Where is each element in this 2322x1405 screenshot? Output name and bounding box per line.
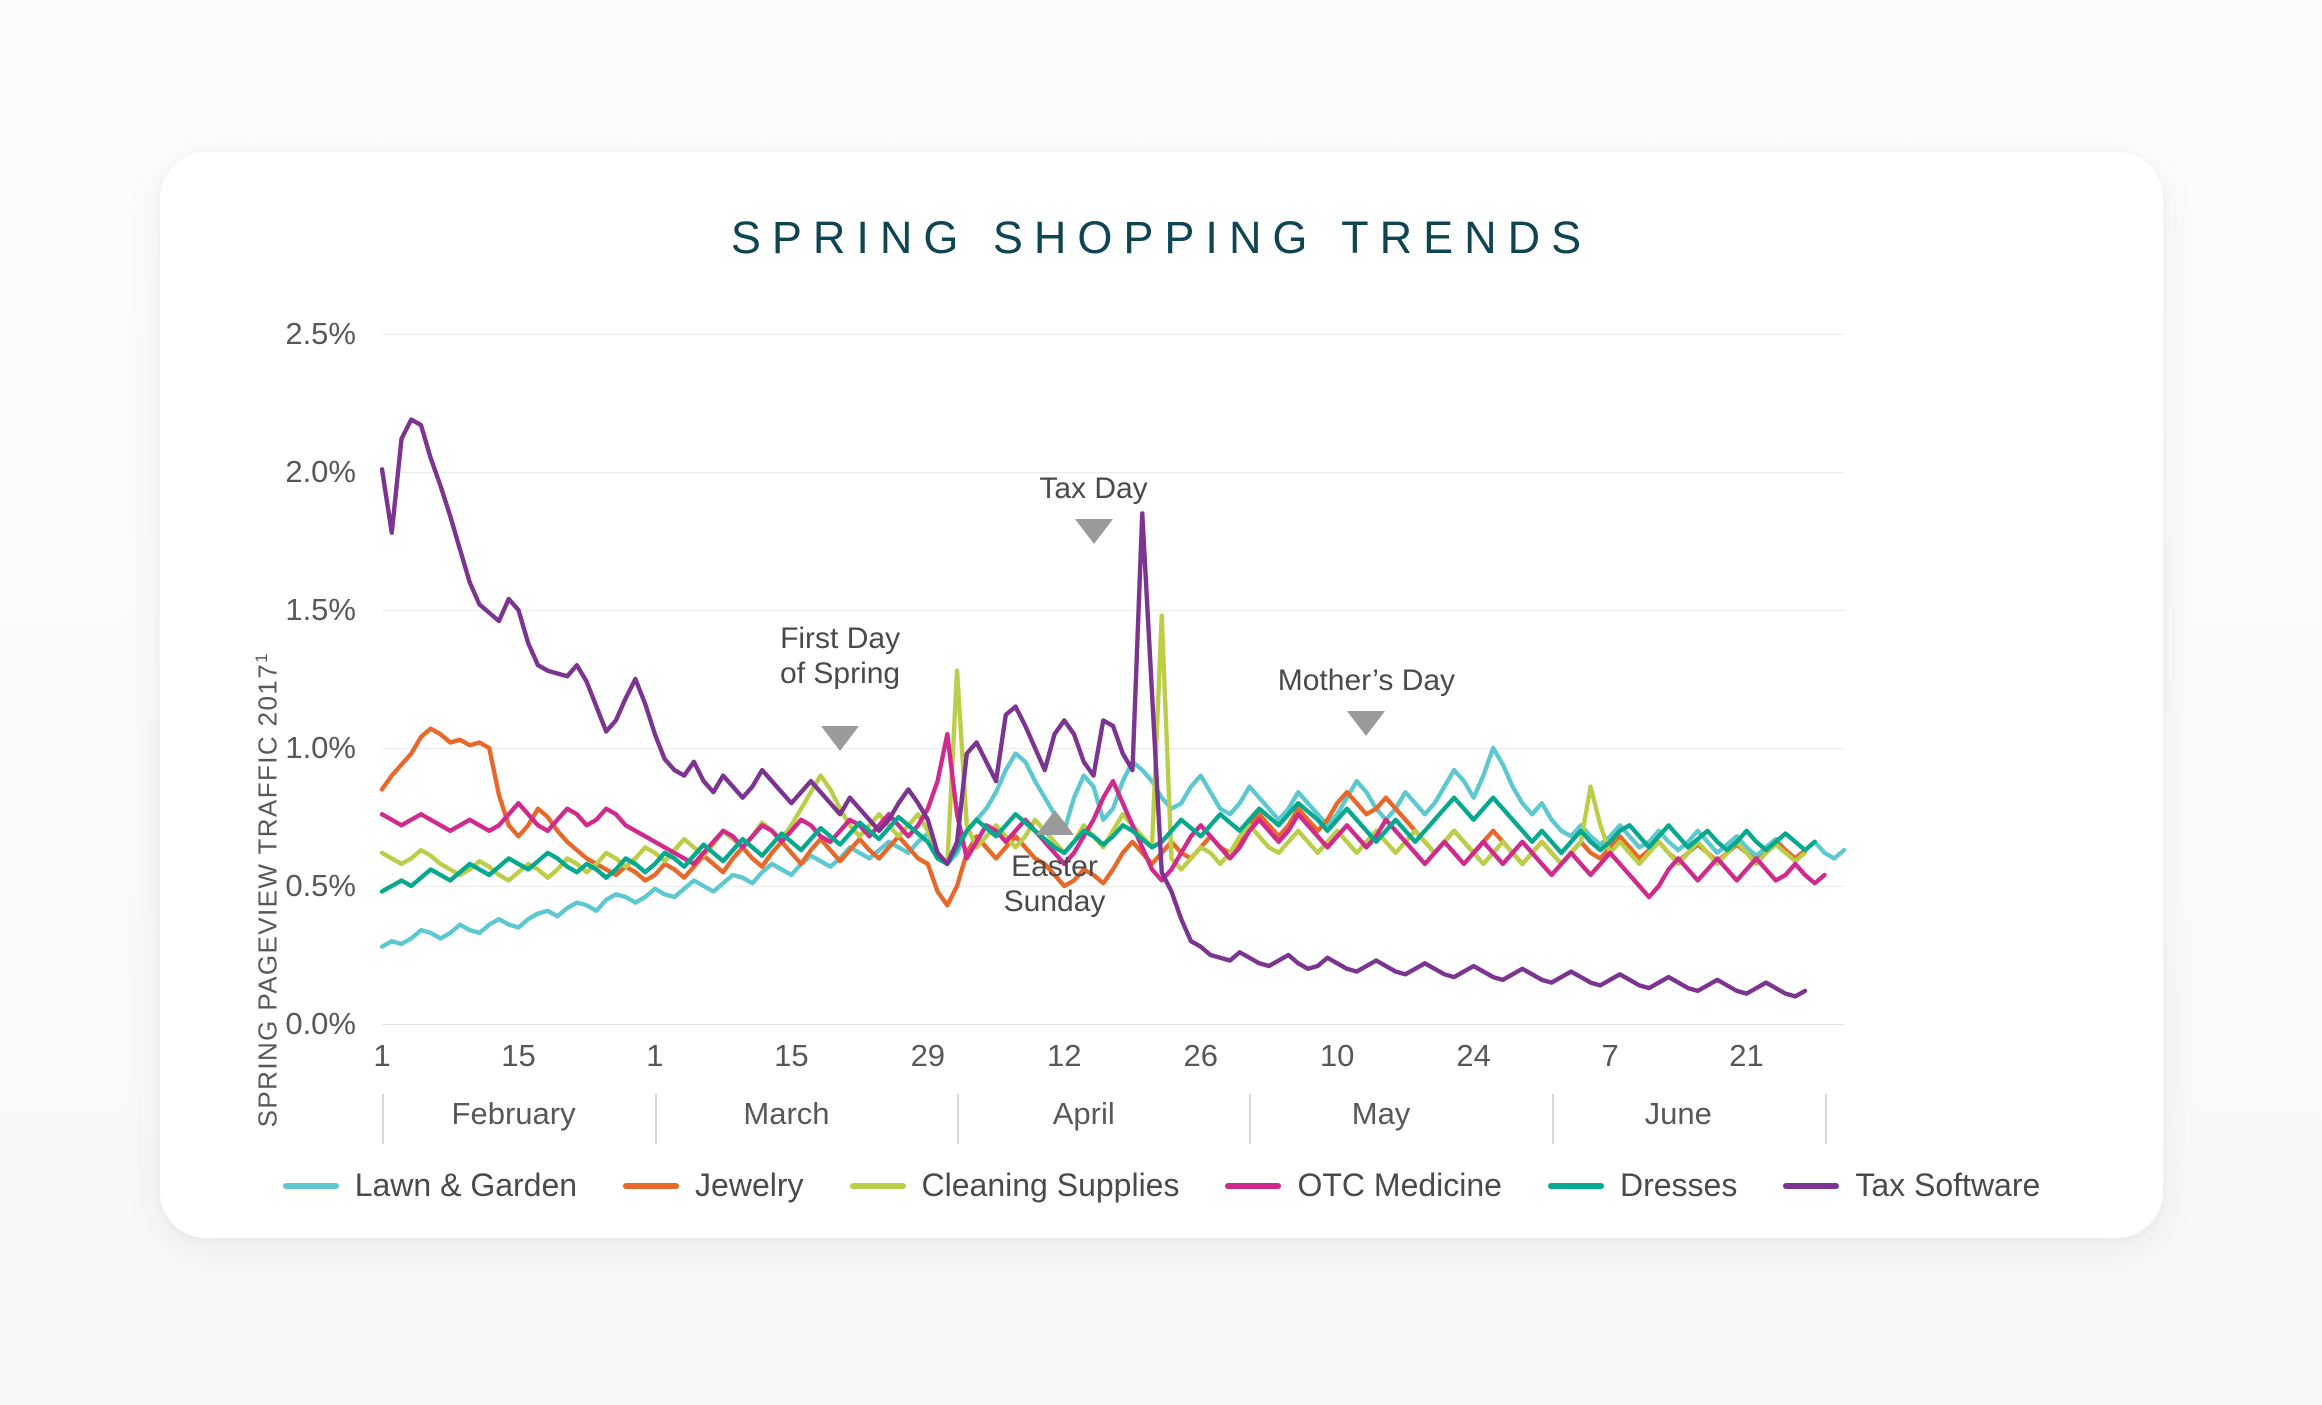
annotation-label-easter-sunday: Easter Sunday bbox=[1003, 850, 1106, 918]
annotation-marker-up-triangle-icon bbox=[1035, 810, 1074, 835]
month-label: June bbox=[1644, 1096, 1712, 1131]
page-title: SPRING SHOPPING TRENDS bbox=[730, 212, 1593, 263]
annotation-label-mothers-day: Mother’s Day bbox=[1277, 664, 1456, 697]
legend-item-label: OTC Medicine bbox=[1297, 1167, 1502, 1203]
legend-item-label: Dresses bbox=[1619, 1167, 1738, 1203]
x-axis-tick-label: 21 bbox=[1729, 1038, 1764, 1073]
series-lines bbox=[379, 417, 1847, 999]
y-axis-title: SPRING PAGEVIEW TRAFFIC 20171 bbox=[252, 652, 284, 1127]
month-label: February bbox=[451, 1096, 576, 1131]
legend-item-label: Cleaning Supplies bbox=[921, 1167, 1180, 1203]
month-separator-tick bbox=[1249, 1094, 1252, 1144]
legend-item-label: Lawn & Garden bbox=[354, 1167, 578, 1203]
annotation-label-first-day-of-spring: First Day of Spring bbox=[780, 622, 901, 690]
x-axis-tick-label: 15 bbox=[774, 1038, 809, 1073]
y-axis-tick-label: 0.0% bbox=[285, 1006, 356, 1041]
x-axis-tick-label: 15 bbox=[501, 1038, 536, 1073]
legend-swatch-icon bbox=[1225, 1182, 1282, 1189]
x-axis-tick-label: 1 bbox=[646, 1038, 664, 1073]
legend-swatch-icon bbox=[282, 1182, 339, 1189]
legend-item[interactable]: Dresses bbox=[1547, 1167, 1738, 1204]
y-axis-tick-label: 2.5% bbox=[285, 316, 356, 351]
legend-swatch-icon bbox=[1783, 1182, 1840, 1189]
x-axis-tick-label: 1 bbox=[373, 1038, 391, 1073]
legend-swatch-icon bbox=[623, 1182, 680, 1189]
month-separator-tick bbox=[957, 1094, 960, 1144]
x-axis-tick-label: 7 bbox=[1601, 1038, 1619, 1073]
legend-item[interactable]: Cleaning Supplies bbox=[849, 1167, 1180, 1204]
x-axis-tick-label: 24 bbox=[1456, 1038, 1491, 1073]
legend-item[interactable]: Jewelry bbox=[623, 1167, 804, 1204]
y-axis-title-text: SPRING PAGEVIEW TRAFFIC 2017 bbox=[252, 662, 283, 1128]
legend-item[interactable]: Tax Software bbox=[1783, 1167, 2040, 1204]
chart-legend: Lawn & Garden Jewelry Cleaning Supplies OTC… bbox=[160, 1167, 2163, 1204]
legend-item-label: Tax Software bbox=[1855, 1167, 2041, 1203]
annotation-marker-down-triangle-icon bbox=[1074, 519, 1113, 544]
month-label: May bbox=[1351, 1096, 1411, 1131]
annotation-marker-down-triangle-icon bbox=[821, 726, 860, 751]
month-separator-tick bbox=[1824, 1094, 1827, 1144]
x-axis-tick-label: 12 bbox=[1047, 1038, 1082, 1073]
plot-area: 2.5% 2.0% 1.5% 1.0% 0.5% 0.0% 1 15 1 15 29 12 26 10 2… bbox=[285, 316, 1847, 1144]
y-axis-tick-label: 0.5% bbox=[285, 868, 356, 903]
legend-item[interactable]: OTC Medicine bbox=[1225, 1167, 1502, 1204]
month-separator-tick bbox=[1551, 1094, 1554, 1144]
y-axis-tick-label: 1.5% bbox=[285, 592, 356, 627]
y-axis-tick-label: 1.0% bbox=[285, 730, 356, 765]
legend-swatch-icon bbox=[849, 1182, 906, 1189]
gridline bbox=[382, 1024, 1844, 1025]
y-axis-title-footnote: 1 bbox=[252, 652, 271, 663]
x-axis-tick-label: 10 bbox=[1319, 1038, 1355, 1073]
x-axis-tick-label: 26 bbox=[1183, 1038, 1218, 1073]
legend-item-label: Jewelry bbox=[695, 1167, 804, 1203]
legend-swatch-icon bbox=[1547, 1182, 1604, 1189]
annotation-marker-down-triangle-icon bbox=[1347, 711, 1386, 736]
chart-card: SPRING SHOPPING TRENDS SPRING PAGEVIEW T… bbox=[160, 152, 2163, 1238]
month-separator-tick bbox=[382, 1094, 384, 1144]
screenshot-root: SPRING SHOPPING TRENDS SPRING PAGEVIEW T… bbox=[0, 0, 2322, 1405]
annotation-label-tax-day: Tax Day bbox=[1039, 472, 1148, 505]
y-axis-tick-label: 2.0% bbox=[285, 454, 356, 489]
month-label: April bbox=[1052, 1096, 1115, 1131]
month-separator-tick bbox=[654, 1094, 657, 1144]
legend-item[interactable]: Lawn & Garden bbox=[282, 1167, 578, 1204]
x-axis-tick-label: 29 bbox=[910, 1038, 946, 1073]
month-label: March bbox=[743, 1096, 830, 1131]
